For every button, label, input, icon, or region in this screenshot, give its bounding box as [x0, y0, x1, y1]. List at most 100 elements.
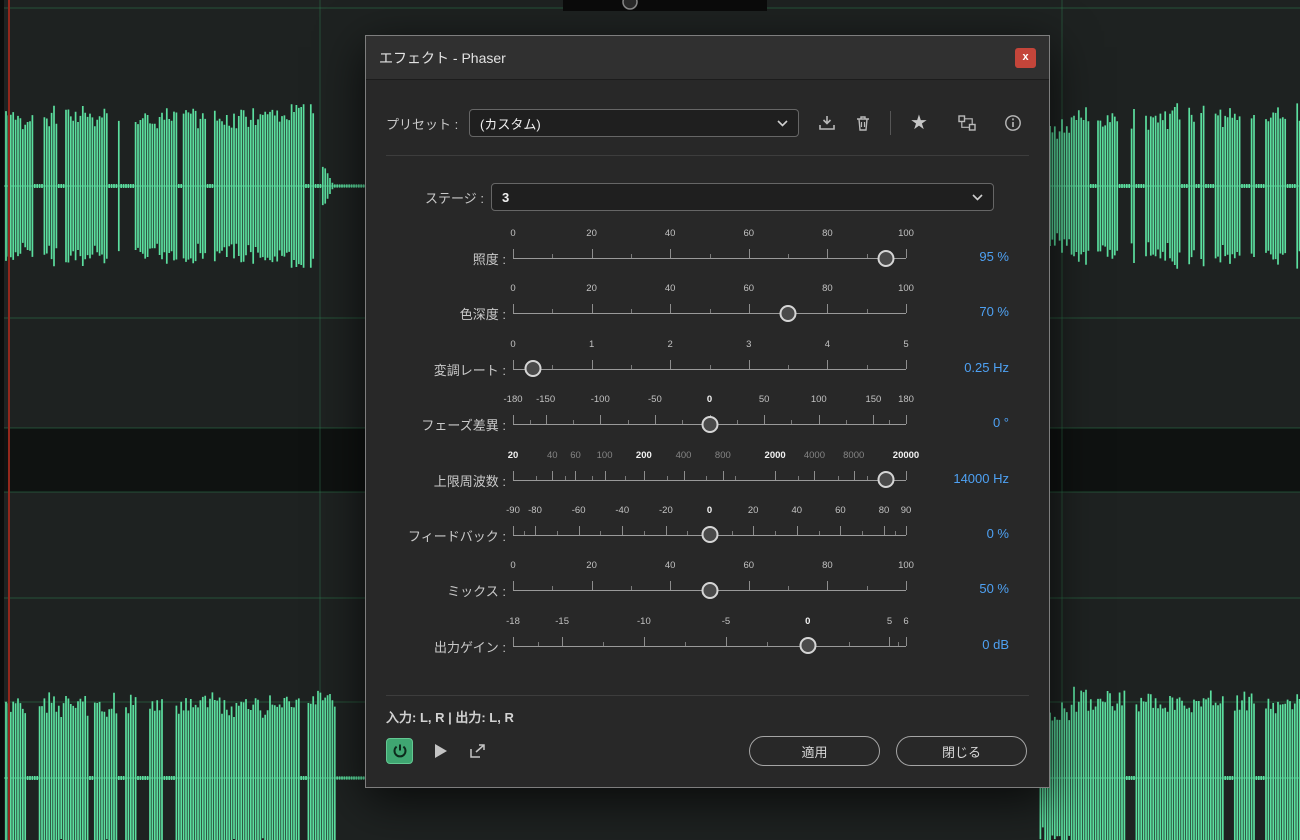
- tick-label: 80: [878, 504, 890, 516]
- tick-label: 100: [898, 560, 914, 572]
- slider-handle[interactable]: [779, 304, 797, 322]
- tick-label: 60: [743, 228, 755, 239]
- apply-button[interactable]: 適用: [749, 736, 880, 766]
- tick-label: 0: [706, 394, 713, 406]
- slider-baseline: [513, 368, 906, 370]
- info-button[interactable]: [1004, 111, 1022, 135]
- tick-label: 8000: [843, 449, 865, 461]
- tick-mark: [591, 359, 593, 369]
- tick-label: 800: [714, 449, 731, 461]
- tick-label: 40: [547, 449, 558, 461]
- tick-mark: [796, 525, 798, 535]
- tick-mark: [726, 636, 727, 646]
- tick-mark: [575, 470, 577, 480]
- slider-value: 70 %: [979, 304, 1009, 320]
- tick-mark: [591, 304, 593, 314]
- save-preset-button[interactable]: [818, 111, 836, 135]
- tick-mark: [670, 304, 672, 314]
- tick-label: 4000: [803, 449, 825, 461]
- slider-handle[interactable]: [524, 360, 542, 378]
- slider-track[interactable]: 20 40 60 100 200 400 800 2000 4000 8000 20000: [508, 449, 919, 490]
- section-divider: [386, 155, 1029, 156]
- slider-track[interactable]: 0 20 40 60 80 100: [510, 228, 914, 268]
- slider-value: 0.25 Hz: [964, 359, 1009, 375]
- slider-track[interactable]: 0 20 40 60 80 100: [510, 283, 914, 323]
- tick-label: 80: [822, 560, 833, 572]
- dialog-title: エフェクト - Phaser: [379, 49, 506, 66]
- tick-mark: [883, 525, 885, 535]
- tick-mark: [827, 359, 829, 369]
- stage-dropdown[interactable]: 3: [491, 183, 994, 211]
- tick-mark: [513, 304, 514, 314]
- tick-label: 80: [822, 228, 833, 239]
- tick-label: -100: [590, 394, 610, 406]
- play-icon: [435, 744, 447, 758]
- slider-track[interactable]: 0 1 2 3 4 5: [510, 338, 909, 379]
- tick-mark: [513, 249, 514, 258]
- tick-label: -150: [536, 394, 556, 406]
- slider-handle[interactable]: [877, 471, 895, 489]
- slider-list: 照度 :0 20 40 60 80 100 95 % 色深度 :0 20 40 60 80 100 70 …: [386, 224, 1029, 667]
- loop-icon: [470, 744, 485, 758]
- tick-mark: [722, 470, 724, 480]
- delete-preset-button[interactable]: [855, 111, 871, 135]
- tick-label: 20000: [892, 449, 920, 461]
- slider-handle[interactable]: [877, 249, 895, 267]
- tick-label: 180: [898, 394, 914, 406]
- slider-handle[interactable]: [701, 526, 718, 544]
- slider-handle[interactable]: [701, 581, 718, 599]
- tick-mark: [562, 636, 564, 646]
- slider-row: フィードバック : -90 -80 -60 -40 -20 0 20 40 60 80 90 0 %: [386, 501, 1029, 556]
- slider-label: 上限周波数 :: [433, 473, 506, 489]
- slider-handle[interactable]: [799, 637, 817, 655]
- slider-track[interactable]: -90 -80 -60 -40 -20 0 20 40 60 80 90: [506, 504, 911, 545]
- tick-mark: [748, 359, 750, 369]
- tick-mark: [775, 470, 777, 480]
- tick-mark: [513, 525, 514, 535]
- tick-mark: [764, 415, 766, 425]
- tick-label: 50: [758, 394, 770, 406]
- slider-row: 上限周波数 :20 40 60 100 200 400 800 2000 4000 8000 200…: [386, 446, 1029, 501]
- slider-handle[interactable]: [701, 415, 718, 433]
- tick-label: 20: [586, 283, 597, 295]
- tick-label: 0: [510, 283, 516, 295]
- tick-label: 2000: [764, 449, 786, 461]
- tick-label: -15: [555, 615, 569, 627]
- tick-label: 20: [747, 504, 759, 516]
- tick-mark: [552, 470, 554, 480]
- close-dialog-button[interactable]: 閉じる: [896, 736, 1027, 766]
- tick-mark: [535, 525, 536, 535]
- tick-label: 1: [588, 338, 595, 350]
- favorite-button[interactable]: ★: [910, 111, 928, 135]
- tick-mark: [748, 304, 750, 314]
- star-icon: ★: [910, 112, 928, 134]
- tick-label: 3: [746, 338, 752, 350]
- close-icon: x: [1022, 51, 1029, 63]
- slider-row: ミックス : 0 20 40 60 80 100 50 %: [386, 556, 1029, 611]
- loop-playback-button[interactable]: [469, 739, 487, 763]
- trash-icon: [857, 115, 869, 131]
- tick-label: 0: [510, 228, 516, 239]
- power-toggle[interactable]: [386, 738, 413, 764]
- close-button[interactable]: x: [1015, 47, 1036, 68]
- tick-label: 100: [898, 228, 914, 239]
- preset-dropdown[interactable]: (カスタム): [469, 109, 799, 137]
- tick-label: 400: [675, 449, 692, 461]
- slider-label: 照度 :: [472, 252, 506, 267]
- slider-track[interactable]: -18 -15 -10 -5 0 5 6: [506, 615, 909, 656]
- tick-label: -5: [721, 615, 731, 627]
- channel-routing-button[interactable]: [958, 111, 976, 135]
- dialog-footer: 適用 閉じる: [386, 735, 1027, 767]
- preview-play-button[interactable]: [434, 739, 448, 763]
- slider-track[interactable]: 0 20 40 60 80 100: [510, 560, 914, 600]
- tick-label: -60: [571, 504, 586, 516]
- dialog-titlebar[interactable]: エフェクト - Phaser x: [366, 36, 1049, 80]
- slider-label: 色深度 :: [459, 307, 506, 323]
- tick-label: 100: [596, 449, 613, 461]
- slider-label: フィードバック :: [408, 528, 506, 544]
- tick-mark: [513, 636, 514, 646]
- slider-value: 0 dB: [982, 636, 1009, 652]
- power-icon: [393, 744, 406, 758]
- slider-track[interactable]: -180 -150 -100 -50 0 50 100 150 180: [503, 394, 914, 434]
- tick-label: 5: [886, 615, 893, 627]
